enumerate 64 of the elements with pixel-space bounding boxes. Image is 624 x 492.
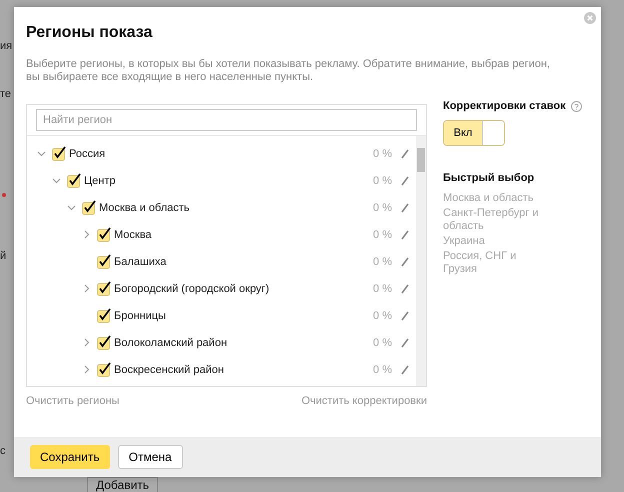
percent-text: 0 %: [373, 228, 392, 240]
save-button[interactable]: Сохранить: [30, 445, 110, 469]
chevron-icon[interactable]: [52, 176, 61, 185]
pencil-icon[interactable]: [400, 175, 410, 186]
background-text: ия: [0, 40, 12, 52]
background-text: с: [0, 445, 6, 457]
region-label: Волоколамский район: [114, 336, 228, 348]
cancel-button[interactable]: Отмена: [118, 445, 183, 469]
background-text: й: [0, 250, 6, 262]
help-icon[interactable]: [570, 100, 582, 112]
pencil-icon[interactable]: [400, 310, 410, 321]
checkbox[interactable]: [97, 308, 112, 323]
chevron-icon[interactable]: [37, 149, 46, 158]
background-text: те: [0, 88, 12, 100]
checkbox[interactable]: [82, 200, 97, 215]
chevron-icon[interactable]: [82, 230, 91, 239]
section-title: Корректировки ставок: [443, 100, 566, 112]
section-title: Быстрый выбор: [443, 172, 534, 184]
quick-select-link[interactable]: Украина: [443, 235, 553, 248]
chevron-icon[interactable]: [67, 203, 76, 212]
pencil-icon[interactable]: [400, 337, 410, 348]
chevron-icon[interactable]: [82, 284, 91, 293]
checkbox[interactable]: [52, 146, 67, 161]
checkbox[interactable]: [97, 335, 112, 350]
percent-text: 0 %: [373, 202, 392, 214]
pencil-icon[interactable]: [400, 229, 410, 240]
checkbox[interactable]: [97, 254, 112, 269]
description-text: Выберите регионы, в которых вы бы хотели показывать рекламу. Обратите внимание, выбрав регион, вы выбираете все входящие в него населенные пункты.: [26, 58, 551, 84]
toggle-switch[interactable]: Вкл: [443, 120, 505, 146]
percent-text: 0 %: [373, 148, 392, 160]
quick-select-link[interactable]: Санкт-Петербург и область: [443, 207, 553, 233]
pencil-icon[interactable]: [400, 283, 410, 294]
percent-text: 0 %: [373, 310, 392, 322]
chevron-icon[interactable]: [82, 365, 91, 374]
pencil-icon[interactable]: [400, 148, 410, 159]
clear-regions-link[interactable]: Очистить регионы: [26, 395, 120, 407]
region-label: Богородский (городской округ): [114, 282, 270, 294]
pencil-icon[interactable]: [400, 256, 410, 267]
percent-text: 0 %: [373, 364, 392, 376]
region-label: Бронницы: [114, 310, 167, 322]
percent-text: 0 %: [373, 256, 392, 268]
quick-select-link[interactable]: Россия, СНГ и Грузия: [443, 250, 553, 276]
add-button[interactable]: Добавить: [87, 477, 158, 492]
dialog-title: Регионы показа: [26, 24, 154, 42]
percent-text: 0 %: [373, 174, 392, 186]
pencil-icon[interactable]: [400, 364, 410, 375]
region-label: Москва: [114, 228, 153, 240]
clear-adjustments-link[interactable]: Очистить корректировки: [301, 395, 427, 407]
checkbox[interactable]: [97, 227, 112, 242]
percent-text: 0 %: [373, 282, 392, 294]
scrollbar[interactable]: [416, 136, 426, 386]
quick-select-link[interactable]: Москва и область: [443, 192, 553, 205]
chevron-icon[interactable]: [82, 338, 91, 347]
region-label: Москва и область: [99, 202, 191, 214]
region-label: Россия: [69, 148, 106, 160]
percent-text: 0 %: [373, 336, 392, 348]
search-field[interactable]: Найти регион: [36, 109, 417, 131]
region-label: Воскресенский район: [114, 364, 225, 376]
checkbox[interactable]: [97, 281, 112, 296]
pencil-icon[interactable]: [400, 202, 410, 213]
region-label: Центр: [84, 174, 116, 186]
checkbox[interactable]: [97, 362, 112, 377]
region-label: Балашиха: [114, 256, 168, 268]
checkbox[interactable]: [67, 173, 82, 188]
